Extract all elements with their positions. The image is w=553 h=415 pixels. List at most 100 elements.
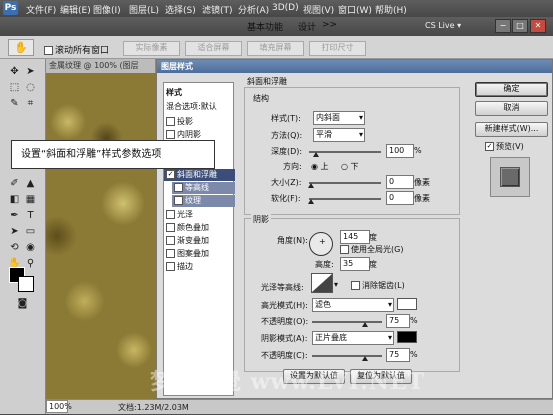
pointer-icon[interactable]: ➤ — [24, 65, 37, 78]
highlight-opacity-slider[interactable] — [312, 321, 382, 323]
style-item-6[interactable]: 纹理 — [172, 195, 235, 207]
soften-slider[interactable] — [309, 198, 381, 200]
styles-header[interactable]: 样式 — [164, 87, 235, 99]
scroll-all-windows-checkbox[interactable]: 滚动所有窗口 — [44, 43, 109, 56]
zoom-field[interactable]: 100% — [46, 400, 72, 413]
brush-tool-icon[interactable]: ✐ — [8, 177, 21, 190]
menu-view[interactable]: 视图(V) — [303, 3, 334, 16]
soften-input[interactable]: 0 — [386, 191, 414, 205]
checkbox-icon — [166, 223, 175, 232]
checkbox-icon — [44, 46, 53, 55]
zoom-tool-icon[interactable]: ⚲ — [24, 257, 37, 270]
new-style-button[interactable]: 新建样式(W)... — [475, 122, 548, 137]
size-label: 大小(Z): — [271, 178, 302, 187]
close-button[interactable]: ✕ — [530, 19, 546, 33]
direction-up-radio[interactable]: ◉ 上 — [311, 161, 329, 172]
menu-filter[interactable]: 滤镜(T) — [202, 3, 233, 16]
stamp-tool-icon[interactable]: ▲ — [24, 177, 37, 190]
shadow-mode-select[interactable]: 正片叠底 — [312, 331, 394, 345]
maximize-button[interactable]: □ — [512, 19, 528, 33]
size-slider[interactable] — [309, 182, 381, 184]
style-label: 样式(T): — [271, 114, 301, 123]
style-item-9[interactable]: 渐变叠加 — [164, 235, 235, 247]
altitude-input[interactable]: 35 — [340, 257, 370, 271]
blend-options-item[interactable]: 混合选项:默认 — [164, 101, 235, 113]
cancel-button[interactable]: 取消 — [475, 101, 548, 116]
bevel-style-select[interactable]: 内斜面 — [313, 111, 365, 125]
menu-layer[interactable]: 图层(L) — [129, 3, 159, 16]
highlight-opacity-input[interactable]: 75 — [386, 314, 410, 328]
document-canvas[interactable] — [46, 73, 156, 399]
global-light-checkbox[interactable]: 使用全局光(G) — [340, 244, 403, 255]
shadow-opacity-thumb[interactable] — [362, 356, 368, 361]
soften-slider-thumb[interactable] — [308, 199, 314, 204]
hand-tool-preset-icon[interactable]: ✋ — [8, 39, 34, 56]
marquee-tool-icon[interactable]: ⬚ — [8, 81, 21, 94]
fill-screen-button[interactable]: 填充屏幕 — [247, 41, 304, 56]
angle-input[interactable]: 145 — [340, 230, 370, 244]
anti-aliased-checkbox[interactable]: 消除锯齿(L) — [351, 280, 405, 291]
3d-rotate-tool-icon[interactable]: ⟲ — [8, 241, 21, 254]
move-tool-icon[interactable]: ✥ — [8, 65, 21, 78]
contour-dropdown-icon[interactable]: ▾ — [334, 280, 338, 289]
technique-select[interactable]: 平滑 — [313, 128, 365, 142]
style-item-8[interactable]: 颜色叠加 — [164, 222, 235, 234]
shadow-color-swatch[interactable] — [397, 331, 417, 343]
gloss-contour-picker[interactable] — [311, 273, 333, 293]
shape-tool-icon[interactable]: ▭ — [24, 225, 37, 238]
eraser-tool-icon[interactable]: ◧ — [8, 193, 21, 206]
workspace-essentials-button[interactable]: 基本功能 — [247, 20, 283, 33]
depth-input[interactable]: 100 — [386, 144, 414, 158]
style-item-0[interactable]: 投影 — [164, 116, 235, 128]
global-light-label: 使用全局光(G) — [351, 245, 404, 254]
gradient-tool-icon[interactable]: ▦ — [24, 193, 37, 206]
checkbox-checked-icon — [485, 142, 494, 151]
preview-checkbox[interactable]: 预览(V) — [485, 141, 524, 152]
size-input[interactable]: 0 — [386, 175, 414, 189]
shadow-opacity-input[interactable]: 75 — [386, 348, 410, 362]
cs-live-button[interactable]: CS Live ▾ — [425, 21, 461, 30]
background-color-swatch[interactable] — [18, 276, 34, 292]
quick-select-tool-icon[interactable]: ✎ — [8, 97, 21, 110]
quick-mask-icon[interactable]: ◙ — [16, 297, 29, 310]
print-size-button[interactable]: 打印尺寸 — [309, 41, 366, 56]
fit-screen-button[interactable]: 适合屏幕 — [185, 41, 242, 56]
style-item-7[interactable]: 光泽 — [164, 209, 235, 221]
shadow-opacity-slider[interactable] — [312, 355, 382, 357]
crop-tool-icon[interactable]: ⌗ — [24, 97, 37, 110]
menu-edit[interactable]: 编辑(E) — [60, 3, 91, 16]
menu-select[interactable]: 选择(S) — [165, 3, 196, 16]
menu-image[interactable]: 图像(I) — [93, 3, 121, 16]
menu-help[interactable]: 帮助(H) — [375, 3, 407, 16]
workspace-more-button[interactable]: >> — [322, 20, 337, 30]
menu-3d[interactable]: 3D(D) — [272, 3, 299, 13]
document-tab[interactable]: 金属纹理 @ 100% (图层 — [46, 59, 156, 73]
highlight-color-swatch[interactable] — [397, 298, 417, 310]
menu-window[interactable]: 窗口(W) — [338, 3, 372, 16]
menu-analysis[interactable]: 分析(A) — [238, 3, 269, 16]
direction-down-radio[interactable]: ○ 下 — [341, 161, 359, 172]
menu-file[interactable]: 文件(F) — [26, 3, 56, 16]
style-item-4[interactable]: 斜面和浮雕 — [164, 169, 235, 181]
style-item-11[interactable]: 描边 — [164, 261, 235, 273]
highlight-opacity-thumb[interactable] — [362, 322, 368, 327]
style-item-5[interactable]: 等高线 — [172, 182, 235, 194]
style-item-label: 斜面和浮雕 — [177, 170, 217, 179]
3d-camera-tool-icon[interactable]: ◉ — [24, 241, 37, 254]
type-tool-icon[interactable]: T — [24, 209, 37, 222]
style-item-10[interactable]: 图案叠加 — [164, 248, 235, 260]
depth-slider-thumb[interactable] — [313, 152, 320, 157]
highlight-mode-select[interactable]: 滤色 — [312, 298, 394, 312]
size-slider-thumb[interactable] — [308, 183, 314, 188]
workspace-design-button[interactable]: 设计 — [298, 20, 316, 33]
lasso-tool-icon[interactable]: ◌ — [24, 81, 37, 94]
depth-slider[interactable] — [309, 151, 381, 153]
ok-button[interactable]: 确定 — [475, 82, 548, 97]
actual-pixels-button[interactable]: 实际像素 — [123, 41, 180, 56]
minimize-button[interactable]: − — [495, 19, 511, 33]
angle-dial[interactable]: + — [309, 232, 333, 256]
shadow-mode-label: 阴影模式(A): — [261, 334, 308, 343]
style-item-label: 光泽 — [177, 210, 193, 219]
pen-tool-icon[interactable]: ✒ — [8, 209, 21, 222]
path-select-tool-icon[interactable]: ➤ — [8, 225, 21, 238]
